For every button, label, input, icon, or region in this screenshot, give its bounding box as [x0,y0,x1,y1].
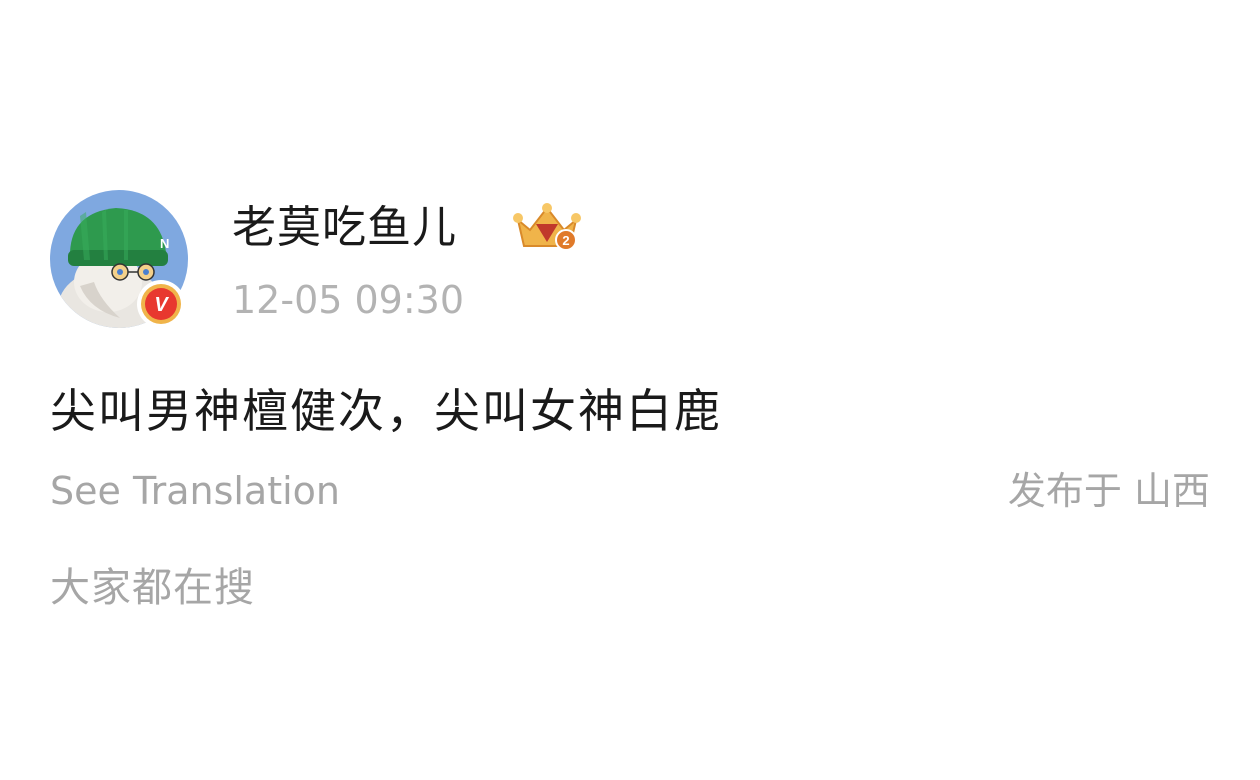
verified-badge-icon: V [135,278,187,330]
crown-rank-badge-icon[interactable]: 2 [512,200,582,256]
svg-text:N: N [160,236,169,251]
post-body-text: 尖叫男神檀健次，尖叫女神白鹿 [50,384,722,438]
author-name[interactable]: 老莫吃鱼儿 [232,198,457,258]
post-location: 发布于 山西 [1007,469,1210,513]
verified-letter: V [154,294,169,316]
trending-search-label: 大家都在搜 [50,565,255,611]
rank-number: 2 [562,233,569,248]
see-translation-link[interactable]: See Translation [50,466,340,516]
post-timestamp: 12-05 09:30 [232,278,465,322]
